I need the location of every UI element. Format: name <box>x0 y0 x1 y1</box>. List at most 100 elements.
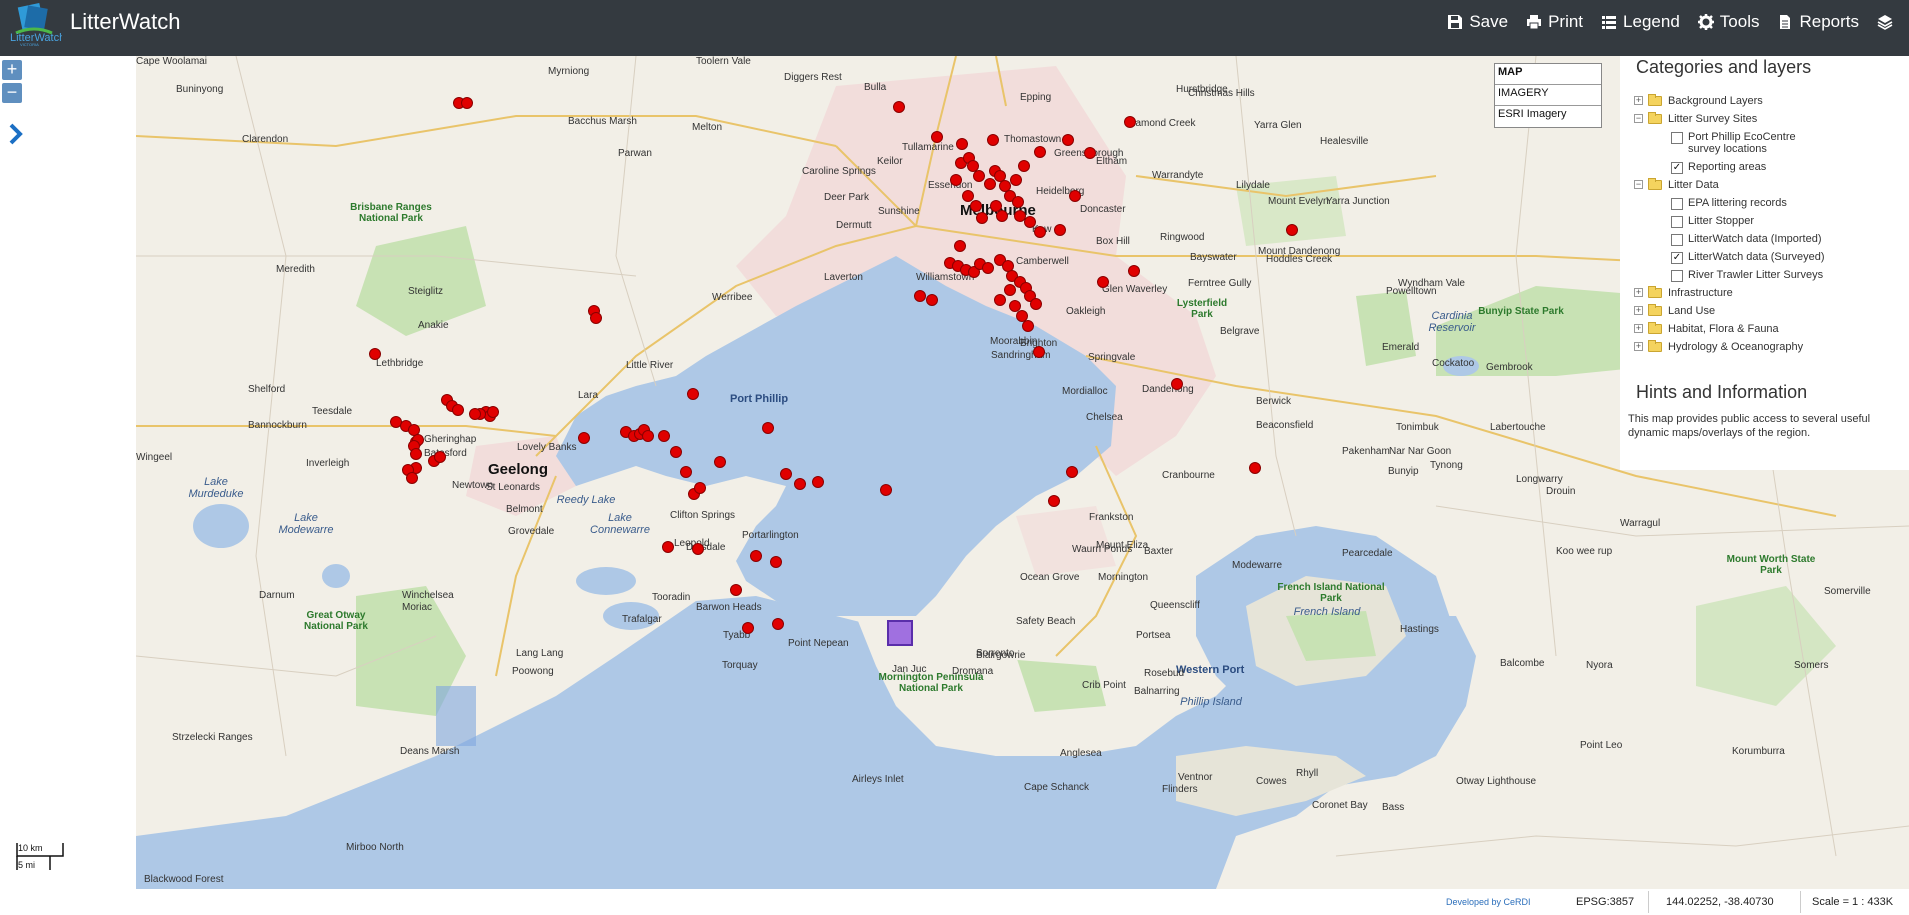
layer-item[interactable]: EPA littering records <box>1634 194 1904 212</box>
survey-site-marker[interactable] <box>452 404 464 416</box>
survey-site-marker[interactable] <box>642 430 654 442</box>
survey-site-marker[interactable] <box>662 541 674 553</box>
survey-site-marker[interactable] <box>1012 196 1024 208</box>
survey-site-marker[interactable] <box>954 240 966 252</box>
layer-checkbox[interactable] <box>1671 132 1683 144</box>
survey-site-marker[interactable] <box>956 138 968 150</box>
chevron-right-icon[interactable] <box>6 122 26 146</box>
layer-item[interactable]: River Trawler Litter Surveys <box>1634 266 1904 284</box>
layer-group[interactable]: − Litter Survey Sites <box>1634 110 1904 128</box>
survey-site-marker[interactable] <box>730 584 742 596</box>
survey-site-marker[interactable] <box>469 408 481 420</box>
survey-site-marker[interactable] <box>1124 116 1136 128</box>
survey-site-marker[interactable] <box>780 468 792 480</box>
survey-site-marker[interactable] <box>1018 160 1030 172</box>
survey-site-marker[interactable] <box>1004 284 1016 296</box>
tools-button[interactable]: Tools <box>1697 12 1759 32</box>
layer-checkbox[interactable] <box>1671 270 1683 282</box>
survey-site-marker[interactable] <box>369 348 381 360</box>
survey-site-marker[interactable] <box>1097 276 1109 288</box>
survey-site-marker[interactable] <box>1010 174 1022 186</box>
collapse-icon[interactable]: − <box>1634 114 1643 123</box>
survey-site-marker[interactable] <box>1084 147 1096 159</box>
expand-icon[interactable]: + <box>1634 288 1643 297</box>
expand-icon[interactable]: + <box>1634 306 1643 315</box>
expand-icon[interactable]: + <box>1634 342 1643 351</box>
layer-checkbox[interactable]: ✓ <box>1671 252 1683 264</box>
layer-group[interactable]: + Infrastructure <box>1634 284 1904 302</box>
layer-checkbox[interactable] <box>1671 216 1683 228</box>
layer-group[interactable]: + Habitat, Flora & Fauna <box>1634 320 1904 338</box>
layer-item[interactable]: Port Phillip EcoCentre survey locations <box>1634 128 1904 158</box>
expand-icon[interactable]: + <box>1634 324 1643 333</box>
layer-group[interactable]: + Background Layers <box>1634 92 1904 110</box>
survey-site-marker[interactable] <box>714 456 726 468</box>
survey-site-marker[interactable] <box>770 556 782 568</box>
save-button[interactable]: Save <box>1447 12 1508 32</box>
survey-site-marker[interactable] <box>926 294 938 306</box>
survey-site-marker[interactable] <box>680 466 692 478</box>
survey-site-marker[interactable] <box>687 388 699 400</box>
survey-site-marker[interactable] <box>893 101 905 113</box>
survey-site-marker[interactable] <box>487 406 499 418</box>
survey-site-marker[interactable] <box>1034 146 1046 158</box>
survey-site-marker[interactable] <box>1062 134 1074 146</box>
survey-site-marker[interactable] <box>994 294 1006 306</box>
survey-site-marker[interactable] <box>1048 495 1060 507</box>
survey-site-marker[interactable] <box>1128 265 1140 277</box>
survey-site-marker[interactable] <box>434 451 446 463</box>
survey-site-marker[interactable] <box>772 618 784 630</box>
layer-checkbox[interactable]: ✓ <box>1671 162 1683 174</box>
survey-site-marker[interactable] <box>692 543 704 555</box>
survey-site-marker[interactable] <box>812 476 824 488</box>
survey-site-marker[interactable] <box>996 210 1008 222</box>
survey-site-marker[interactable] <box>794 478 806 490</box>
layer-item[interactable]: ✓ Reporting areas <box>1634 158 1904 176</box>
layer-item[interactable]: LitterWatch data (Imported) <box>1634 230 1904 248</box>
survey-site-marker[interactable] <box>880 484 892 496</box>
survey-site-marker[interactable] <box>987 134 999 146</box>
survey-site-marker[interactable] <box>1024 216 1036 228</box>
survey-site-marker[interactable] <box>1022 320 1034 332</box>
survey-site-marker[interactable] <box>984 178 996 190</box>
survey-site-marker[interactable] <box>1033 346 1045 358</box>
survey-site-marker[interactable] <box>1249 462 1261 474</box>
survey-site-marker[interactable] <box>406 472 418 484</box>
expand-icon[interactable]: + <box>1634 96 1643 105</box>
survey-site-marker[interactable] <box>1030 298 1042 310</box>
survey-site-marker[interactable] <box>1069 190 1081 202</box>
legend-button[interactable]: Legend <box>1601 12 1680 32</box>
survey-site-marker[interactable] <box>590 312 602 324</box>
survey-site-marker[interactable] <box>931 131 943 143</box>
layer-group[interactable]: + Land Use <box>1634 302 1904 320</box>
survey-site-marker[interactable] <box>950 174 962 186</box>
survey-site-marker[interactable] <box>970 200 982 212</box>
survey-site-marker[interactable] <box>1171 378 1183 390</box>
layer-checkbox[interactable] <box>1671 234 1683 246</box>
developer-credit-link[interactable]: Developed by CeRDI <box>1446 897 1531 907</box>
layers-button[interactable] <box>1877 12 1893 32</box>
zoom-in-button[interactable]: + <box>2 60 22 80</box>
collapse-icon[interactable]: − <box>1634 180 1643 189</box>
survey-site-marker[interactable] <box>1286 224 1298 236</box>
zoom-out-button[interactable]: − <box>2 83 22 103</box>
survey-site-marker[interactable] <box>762 422 774 434</box>
survey-site-marker[interactable] <box>1034 226 1046 238</box>
basemap-option-map[interactable]: MAP <box>1495 64 1601 85</box>
print-button[interactable]: Print <box>1526 12 1583 32</box>
survey-site-marker[interactable] <box>750 550 762 562</box>
survey-site-marker[interactable] <box>982 262 994 274</box>
survey-site-marker[interactable] <box>410 448 422 460</box>
survey-site-marker[interactable] <box>742 622 754 634</box>
layer-group[interactable]: − Litter Data <box>1634 176 1904 194</box>
basemap-option-imagery[interactable]: IMAGERY <box>1495 85 1601 106</box>
survey-site-marker[interactable] <box>578 432 590 444</box>
layer-group[interactable]: + Hydrology & Oceanography <box>1634 338 1904 356</box>
survey-site-marker[interactable] <box>670 446 682 458</box>
reports-button[interactable]: Reports <box>1777 12 1859 32</box>
survey-site-marker[interactable] <box>658 430 670 442</box>
layer-checkbox[interactable] <box>1671 198 1683 210</box>
layer-item[interactable]: Litter Stopper <box>1634 212 1904 230</box>
survey-site-marker[interactable] <box>694 482 706 494</box>
survey-site-marker[interactable] <box>1066 466 1078 478</box>
